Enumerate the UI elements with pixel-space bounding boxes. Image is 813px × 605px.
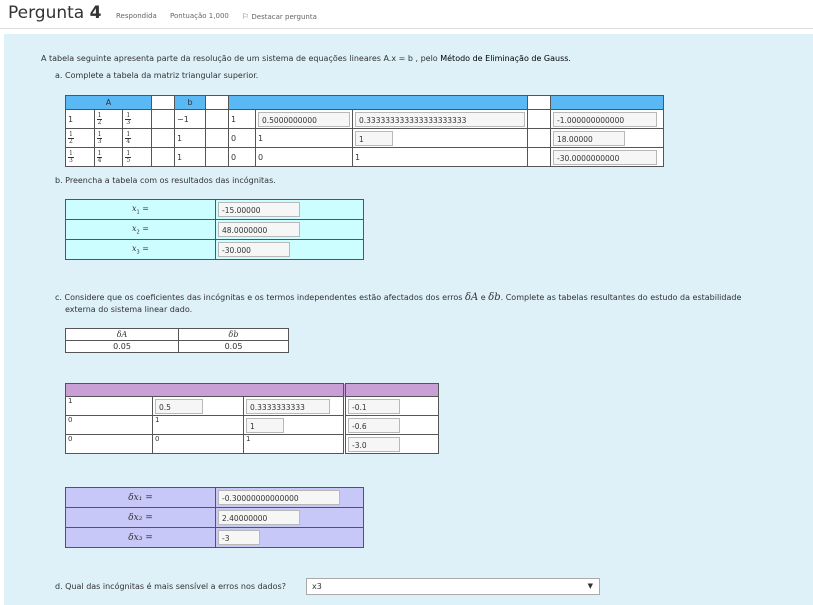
table-row: 1 12 13 −1 1 0.5000000000 0.333333333333… bbox=[65, 109, 664, 129]
table-row: x2 = 48.0000000 bbox=[65, 219, 364, 240]
answer-input[interactable]: -0.6 bbox=[348, 417, 400, 433]
question-title: Pergunta 4 bbox=[8, 3, 102, 23]
header-upper bbox=[228, 95, 528, 110]
answer-input[interactable]: -0.30000000000000 bbox=[218, 490, 340, 505]
answer-input[interactable]: 0.3333333333 bbox=[246, 398, 330, 414]
answer-input[interactable]: 0.333333333333333333333 bbox=[355, 111, 525, 127]
answer-input[interactable]: 0.5000000000 bbox=[258, 111, 350, 127]
answer-input[interactable]: -30.000 bbox=[218, 242, 290, 257]
delta-x-table: δx₁ = -0.30000000000000 δx₂ = 2.40000000… bbox=[65, 487, 364, 548]
answer-input[interactable]: 2.40000000 bbox=[218, 510, 300, 525]
answer-input[interactable]: -1.000000000000 bbox=[553, 111, 657, 127]
table-row: x3 = -30.000 bbox=[65, 239, 364, 260]
select-value: x3 bbox=[312, 582, 322, 591]
part-d-label: d. Qual das incógnitas é mais sensível a… bbox=[55, 582, 286, 591]
score-text: Pontuação 1,000 bbox=[170, 12, 229, 20]
table-row: δx₃ = -3 bbox=[65, 527, 364, 548]
chevron-down-icon: ▼ bbox=[587, 582, 593, 590]
table-row: x1 = -15.00000 bbox=[65, 199, 364, 220]
fraction: 13 bbox=[125, 111, 132, 126]
part-c-label-line2: externa do sistema linear dado. bbox=[65, 305, 193, 314]
answer-input[interactable]: -15.00000 bbox=[218, 202, 300, 217]
table-row: δx₂ = 2.40000000 bbox=[65, 507, 364, 528]
gauss-table: A b 1 12 13 −1 1 0.5000000000 0.33333333… bbox=[65, 95, 664, 167]
rhs-header bbox=[343, 383, 439, 397]
header-rhs bbox=[550, 95, 664, 110]
table-row: 1 0.5 0.3333333333 -0.1 bbox=[65, 396, 439, 416]
table-row: 13 14 15 1 0 0 1 -30.0000000000 bbox=[65, 147, 664, 167]
part-a-label: a. Complete a tabela da matriz triangula… bbox=[55, 71, 259, 80]
table-row: δx₁ = -0.30000000000000 bbox=[65, 487, 364, 508]
answer-input[interactable]: 0.5 bbox=[155, 398, 203, 414]
intro-text: A tabela seguinte apresenta parte da res… bbox=[41, 54, 571, 63]
sensitive-variable-select[interactable]: x3 ▼ bbox=[306, 578, 600, 595]
answer-input[interactable]: -3.0 bbox=[348, 436, 400, 452]
part-b-label: b. Preencha a tabela com os resultados d… bbox=[55, 176, 276, 185]
table-row: 0 1 1 -0.6 bbox=[65, 415, 439, 435]
header-b: b bbox=[174, 95, 206, 110]
answer-input[interactable]: 1 bbox=[355, 130, 393, 146]
header-A: A bbox=[65, 95, 152, 110]
answer-input[interactable]: 1 bbox=[246, 417, 284, 433]
status-text: Respondida bbox=[116, 12, 157, 20]
answer-input[interactable]: -30.0000000000 bbox=[553, 149, 657, 165]
unknowns-table: x1 = -15.00000 x2 = 48.0000000 x3 = -30.… bbox=[65, 199, 364, 260]
fraction: 12 bbox=[96, 111, 103, 126]
flag-icon: ⚐ bbox=[242, 12, 250, 21]
table-row: 0 0 1 -3.0 bbox=[65, 434, 439, 454]
answer-input[interactable]: 48.0000000 bbox=[218, 222, 300, 237]
stability-matrix-table: 1 0.5 0.3333333333 -0.1 0 1 1 -0.6 0 0 1… bbox=[65, 383, 439, 454]
matrix-header bbox=[65, 383, 345, 397]
part-c-label: c. Considere que os coeficientes das inc… bbox=[55, 292, 742, 303]
question-number: 4 bbox=[89, 3, 102, 23]
answer-input[interactable]: -3 bbox=[218, 530, 260, 545]
table-row: 12 13 14 1 0 1 1 18.00000 bbox=[65, 128, 664, 148]
flag-question-link[interactable]: ⚐ Destacar pergunta bbox=[242, 12, 317, 21]
question-header: Pergunta 4 Respondida Pontuação 1,000 ⚐ … bbox=[0, 0, 813, 29]
errors-table: δA δb 0.05 0.05 bbox=[65, 328, 289, 353]
answer-input[interactable]: -0.1 bbox=[348, 398, 400, 414]
answer-input[interactable]: 18.00000 bbox=[553, 130, 625, 146]
